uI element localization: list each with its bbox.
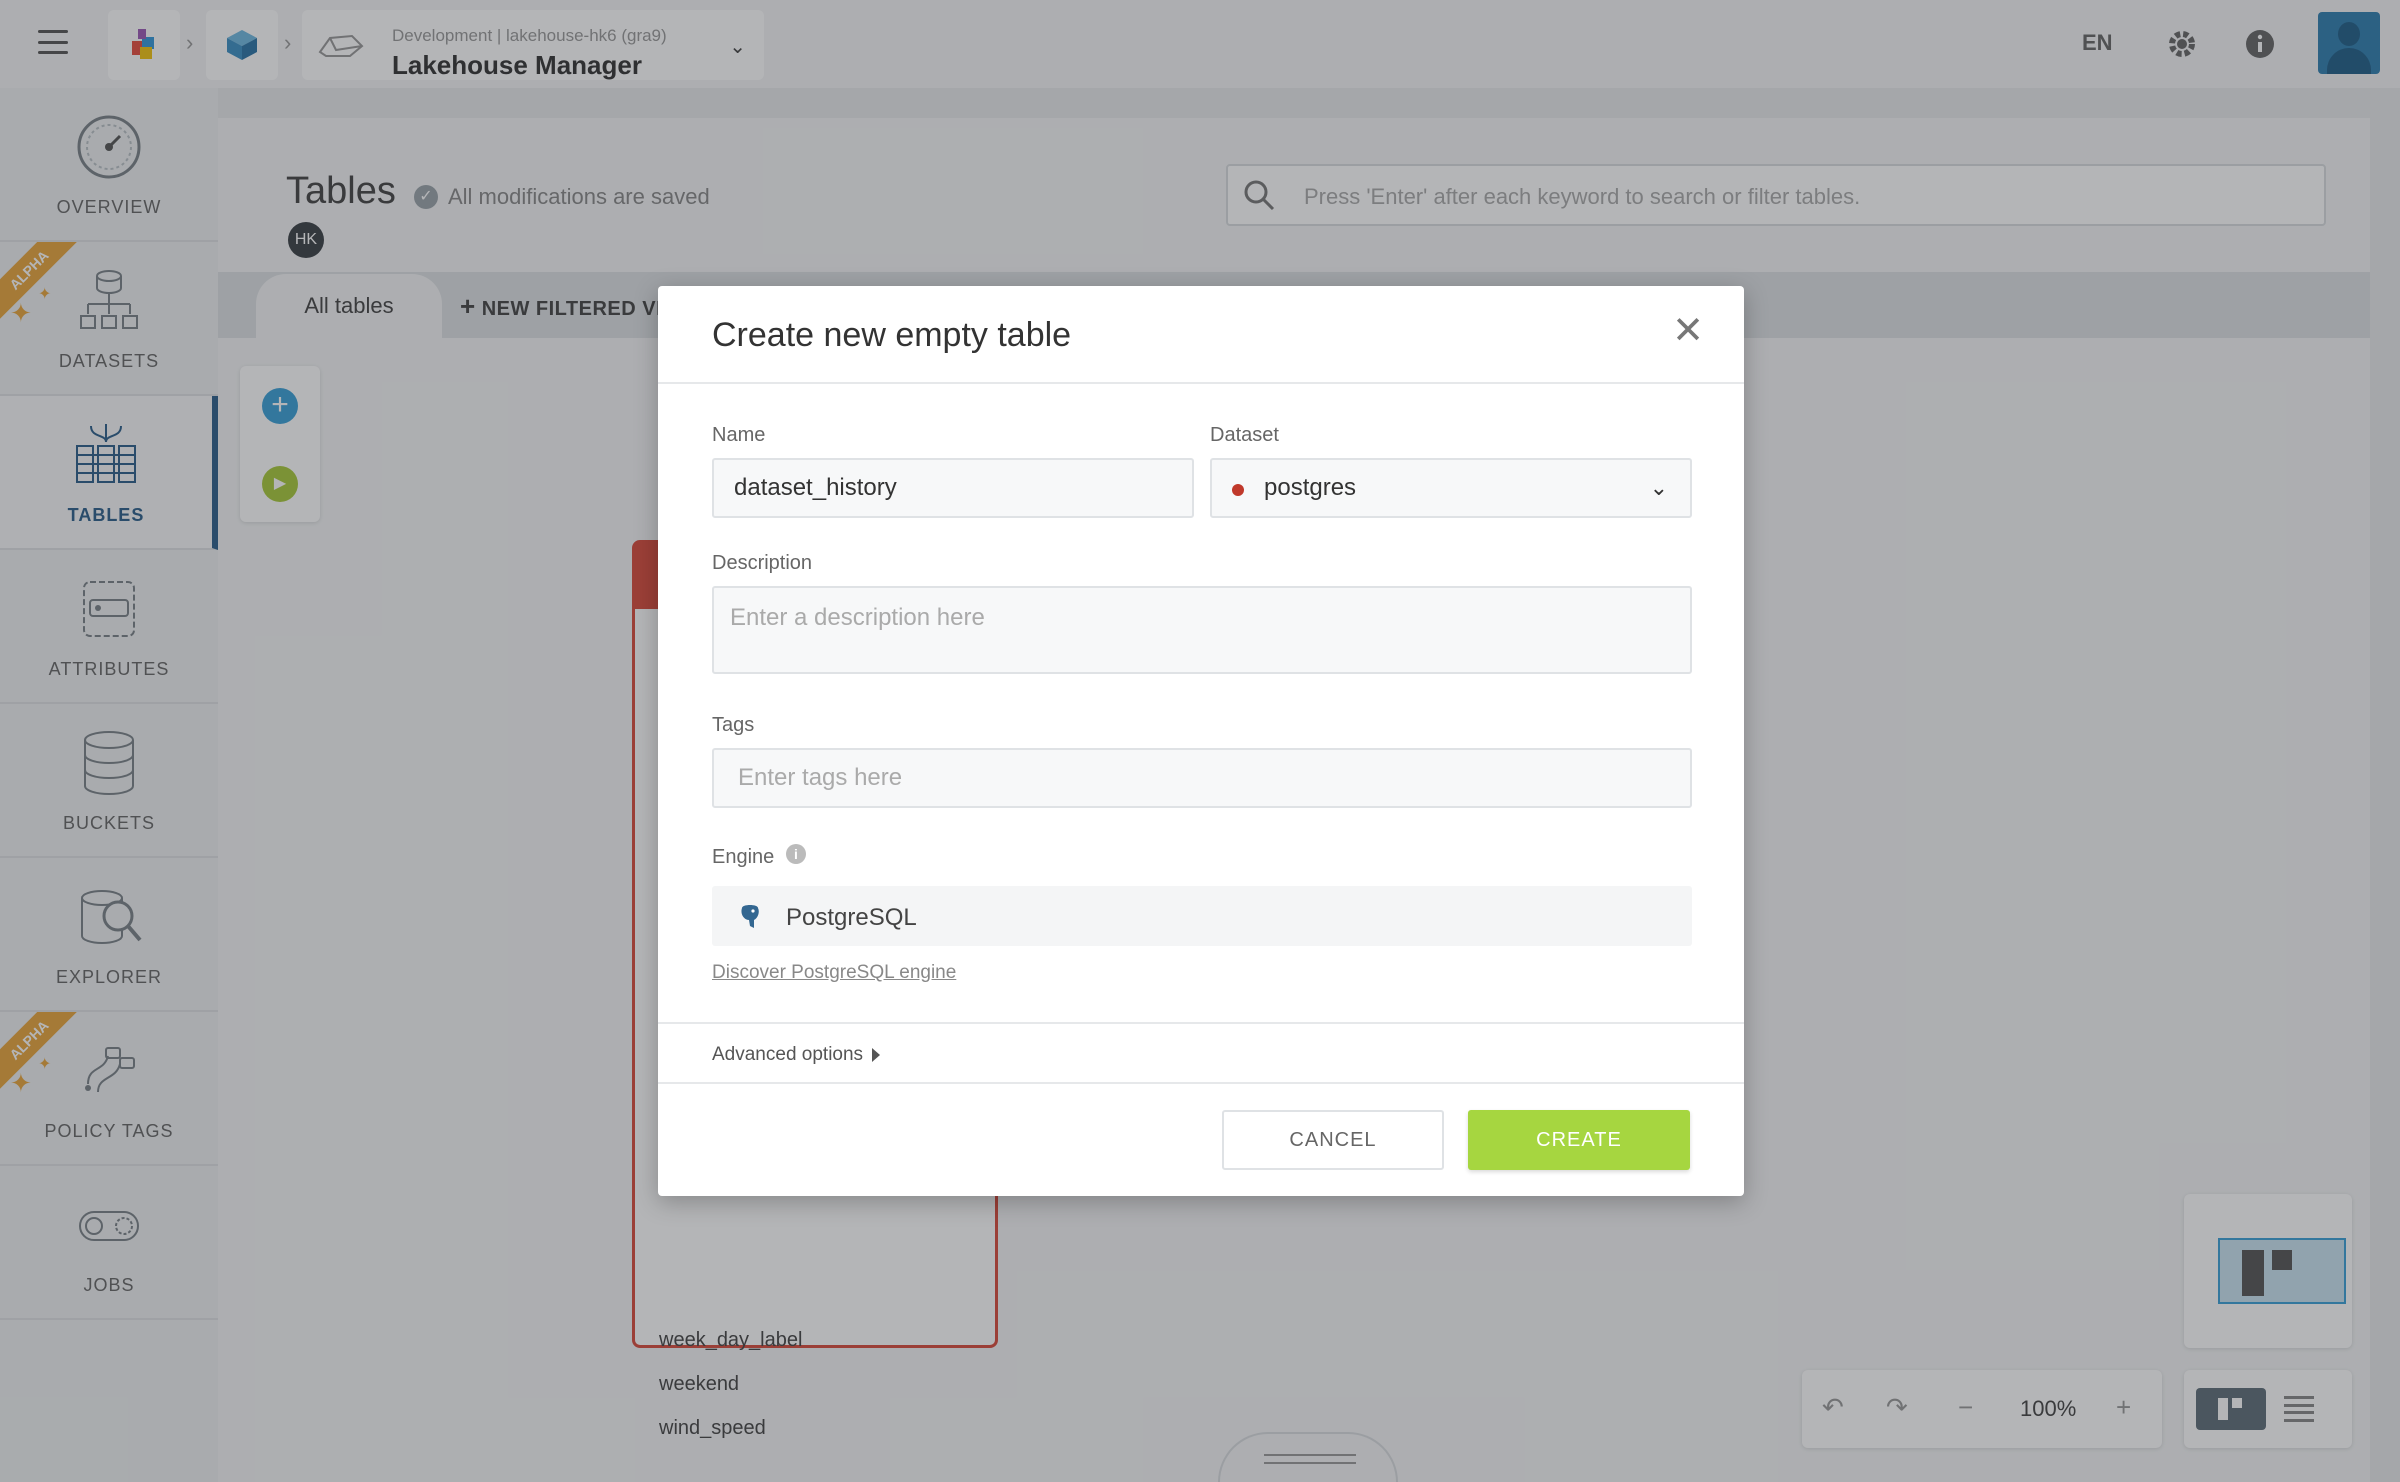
close-icon[interactable]: ✕ <box>1672 312 1704 350</box>
info-icon[interactable]: i <box>786 844 806 864</box>
postgresql-elephant-icon <box>741 905 759 928</box>
engine-label: Engine <box>712 846 775 868</box>
tags-input[interactable]: Enter tags here <box>712 748 1692 808</box>
name-input[interactable]: dataset_history <box>712 458 1194 518</box>
modal-header: Create new empty table ✕ <box>658 286 1744 384</box>
advanced-options-label: Advanced options <box>712 1044 864 1065</box>
status-dot <box>1232 484 1244 496</box>
dataset-select[interactable]: postgres ⌄ <box>1210 458 1692 518</box>
chevron-down-icon: ⌄ <box>1649 475 1668 500</box>
modal-title: Create new empty table <box>712 316 1072 354</box>
tags-label: Tags <box>712 714 755 736</box>
advanced-options-toggle[interactable]: Advanced options <box>658 1022 1744 1084</box>
engine-option[interactable]: PostgreSQL <box>712 886 1692 946</box>
description-textarea[interactable]: Enter a description here <box>712 586 1692 674</box>
engine-name: PostgreSQL <box>786 904 917 931</box>
cancel-button[interactable]: CANCEL <box>1222 1110 1444 1170</box>
create-table-modal: Create new empty table ✕ Name dataset_hi… <box>658 286 1744 1196</box>
caret-right-icon <box>872 1048 880 1062</box>
create-button[interactable]: CREATE <box>1468 1110 1690 1170</box>
dataset-label: Dataset <box>1210 424 1279 446</box>
name-label: Name <box>712 424 766 446</box>
dataset-value: postgres <box>1264 474 1357 501</box>
discover-engine-link[interactable]: Discover PostgreSQL engine <box>712 962 956 984</box>
description-label: Description <box>712 552 813 574</box>
